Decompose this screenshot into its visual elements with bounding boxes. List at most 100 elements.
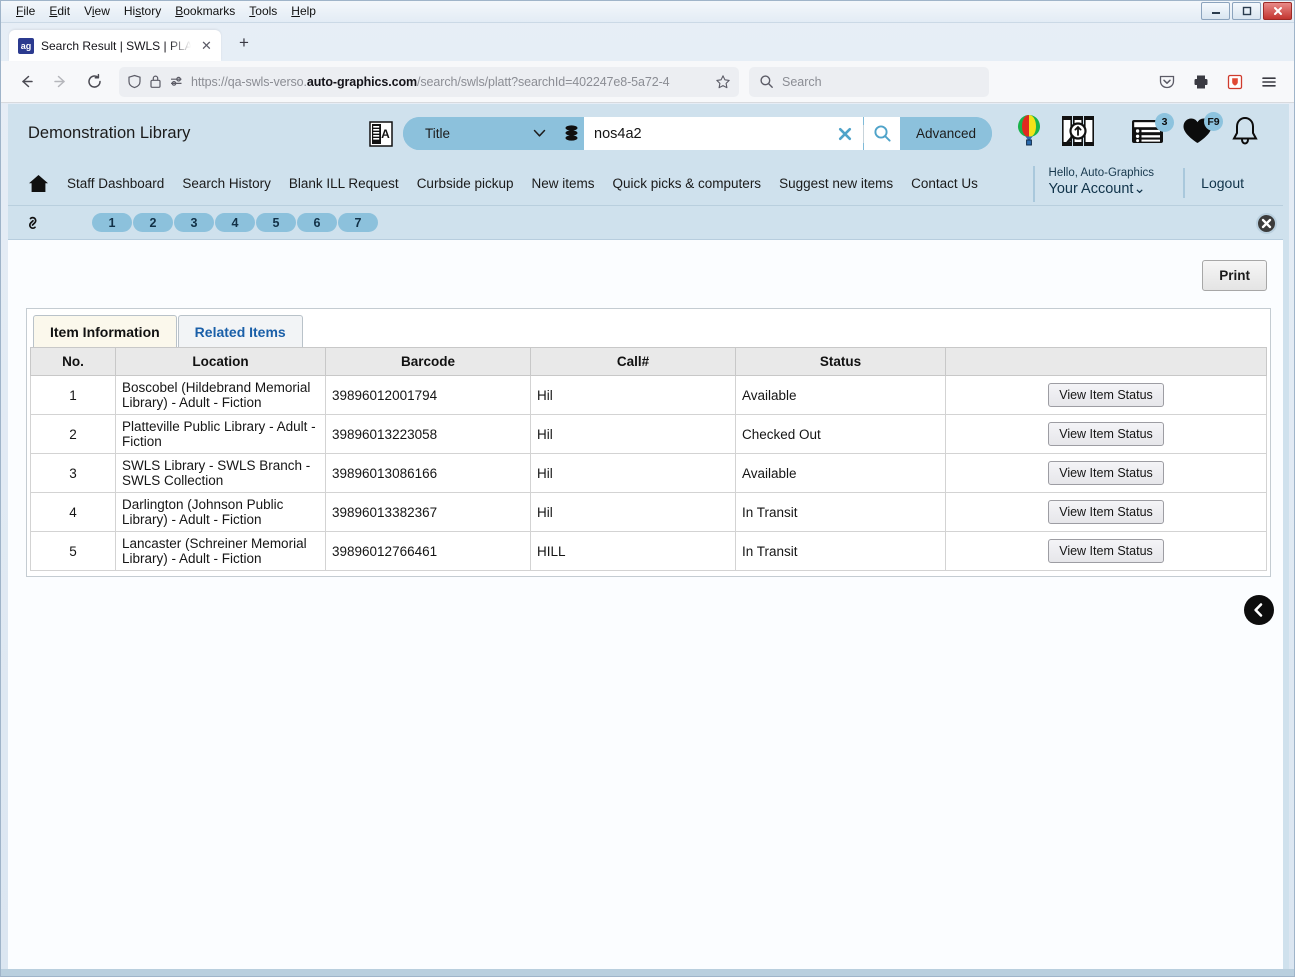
print-icon[interactable] bbox=[1186, 67, 1216, 97]
forward-button[interactable] bbox=[45, 67, 75, 97]
page-button-3[interactable]: 3 bbox=[174, 213, 214, 232]
maximize-button[interactable] bbox=[1232, 2, 1261, 20]
submit-search-icon[interactable] bbox=[864, 117, 900, 150]
logout-link[interactable]: Logout bbox=[1201, 175, 1244, 191]
tab-related-items[interactable]: Related Items bbox=[177, 315, 303, 347]
browser-tab[interactable]: ag Search Result | SWLS | PLATT | A ✕ bbox=[9, 30, 221, 61]
bookmark-star-icon[interactable] bbox=[715, 74, 731, 90]
view-item-status-button[interactable]: View Item Status bbox=[1048, 422, 1164, 446]
cell-no: 2 bbox=[30, 414, 116, 454]
tab-close-icon[interactable]: ✕ bbox=[198, 37, 215, 54]
view-item-status-button[interactable]: View Item Status bbox=[1048, 500, 1164, 524]
nav-link-staff-dashboard[interactable]: Staff Dashboard bbox=[67, 176, 164, 191]
extension-icon[interactable] bbox=[1220, 67, 1250, 97]
shield-icon[interactable] bbox=[127, 74, 142, 89]
menu-tools[interactable]: Tools bbox=[242, 2, 284, 21]
nav-link-suggest-new-items[interactable]: Suggest new items bbox=[779, 176, 893, 191]
print-button[interactable]: Print bbox=[1202, 260, 1267, 291]
shelf-search-icon[interactable] bbox=[1061, 115, 1095, 147]
reload-button[interactable] bbox=[79, 67, 109, 97]
content-area: Print Item Information Related Items No.… bbox=[8, 240, 1289, 971]
close-button[interactable] bbox=[1263, 2, 1292, 20]
database-icon[interactable] bbox=[558, 117, 584, 150]
page-button-2[interactable]: 2 bbox=[133, 213, 173, 232]
pocket-icon[interactable] bbox=[1152, 67, 1182, 97]
menu-view[interactable]: View bbox=[77, 2, 117, 21]
nav-link-curbside-pickup[interactable]: Curbside pickup bbox=[417, 176, 514, 191]
table-row: 1 Boscobel (Hildebrand Memorial Library)… bbox=[30, 375, 1267, 415]
cell-action: View Item Status bbox=[945, 414, 1267, 454]
page-button-6[interactable]: 6 bbox=[297, 213, 337, 232]
cell-barcode: 39896013223058 bbox=[325, 414, 531, 454]
new-tab-button[interactable]: + bbox=[233, 32, 255, 54]
back-button[interactable] bbox=[11, 67, 41, 97]
favorites-heart-icon[interactable]: F9 bbox=[1182, 112, 1223, 145]
logout-block: Logout bbox=[1183, 168, 1244, 198]
svg-text:A: A bbox=[381, 127, 390, 141]
page-button-1[interactable]: 1 bbox=[92, 213, 132, 232]
nav-link-new-items[interactable]: New items bbox=[532, 176, 595, 191]
permalink-icon[interactable] bbox=[22, 214, 44, 232]
search-query-input[interactable]: nos4a2 bbox=[584, 117, 827, 150]
menu-help[interactable]: Help bbox=[284, 2, 323, 21]
account-greeting: Hello, Auto-Graphics bbox=[1048, 167, 1154, 179]
page-buttons: 1 2 3 4 5 6 7 bbox=[92, 213, 378, 232]
my-lists-icon[interactable]: 3 bbox=[1131, 112, 1174, 145]
account-name[interactable]: Your Account⌄ bbox=[1049, 180, 1154, 199]
table-row: 2 Platteville Public Library - Adult - F… bbox=[30, 414, 1267, 454]
table-row: 5 Lancaster (Schreiner Memorial Library)… bbox=[30, 531, 1267, 571]
cell-location: SWLS Library - SWLS Branch - SWLS Collec… bbox=[115, 453, 326, 493]
search-icon bbox=[759, 74, 774, 89]
nav-link-contact-us[interactable]: Contact Us bbox=[911, 176, 978, 191]
nav-link-quick-picks[interactable]: Quick picks & computers bbox=[613, 176, 762, 191]
nav-link-blank-ill-request[interactable]: Blank ILL Request bbox=[289, 176, 399, 191]
cell-no: 3 bbox=[30, 453, 116, 493]
page-button-5[interactable]: 5 bbox=[256, 213, 296, 232]
back-chevron-icon[interactable] bbox=[1244, 595, 1274, 625]
cell-status: Available bbox=[735, 453, 946, 493]
balloon-icon[interactable] bbox=[1015, 114, 1043, 148]
menu-edit[interactable]: Edit bbox=[42, 2, 77, 21]
browser-search-bar[interactable]: Search bbox=[749, 66, 989, 97]
menu-bookmarks[interactable]: Bookmarks bbox=[168, 2, 242, 21]
view-item-status-button[interactable]: View Item Status bbox=[1048, 539, 1164, 563]
clear-search-icon[interactable] bbox=[827, 117, 863, 150]
item-panel: Item Information Related Items No. Locat… bbox=[26, 308, 1271, 577]
table-row: 3 SWLS Library - SWLS Branch - SWLS Coll… bbox=[30, 453, 1267, 493]
tab-strip: ag Search Result | SWLS | PLATT | A ✕ + bbox=[1, 23, 1294, 61]
cell-call: Hil bbox=[530, 375, 736, 415]
view-item-status-button[interactable]: View Item Status bbox=[1048, 383, 1164, 407]
advanced-search-button[interactable]: Advanced bbox=[900, 117, 993, 150]
nav-link-search-history[interactable]: Search History bbox=[182, 176, 271, 191]
home-icon[interactable] bbox=[28, 174, 49, 193]
items-table-wrapper: No. Location Barcode Call# Status 1 Bosc… bbox=[27, 347, 1270, 576]
lock-icon[interactable] bbox=[149, 74, 162, 89]
cell-status: Available bbox=[735, 375, 946, 415]
items-table-head: No. Location Barcode Call# Status bbox=[30, 347, 1267, 376]
view-item-status-button[interactable]: View Item Status bbox=[1048, 461, 1164, 485]
cell-barcode: 39896012001794 bbox=[325, 375, 531, 415]
col-location: Location bbox=[115, 347, 326, 376]
menu-file[interactable]: FFileile bbox=[9, 2, 42, 21]
notifications-bell-icon[interactable] bbox=[1231, 116, 1259, 147]
tab-item-information[interactable]: Item Information bbox=[33, 315, 177, 347]
url-bar[interactable]: https://qa-swls-verso.auto-graphics.com/… bbox=[119, 66, 739, 97]
menu-history[interactable]: History bbox=[117, 2, 168, 21]
page-button-7[interactable]: 7 bbox=[338, 213, 378, 232]
app-menu-icon[interactable] bbox=[1254, 67, 1284, 97]
search-scope-select[interactable]: Title bbox=[403, 117, 558, 150]
translate-icon[interactable]: A bbox=[368, 120, 393, 147]
close-record-icon[interactable] bbox=[1256, 213, 1277, 234]
cell-status: Checked Out bbox=[735, 414, 946, 454]
cell-barcode: 39896013382367 bbox=[325, 492, 531, 532]
app-nav: Staff Dashboard Search History Blank ILL… bbox=[8, 162, 1289, 206]
url-text[interactable]: https://qa-swls-verso.auto-graphics.com/… bbox=[191, 75, 708, 89]
page-button-4[interactable]: 4 bbox=[215, 213, 255, 232]
account-menu[interactable]: Hello, Auto-Graphics Your Account⌄ bbox=[1032, 166, 1154, 202]
minimize-button[interactable] bbox=[1201, 2, 1230, 20]
permissions-icon[interactable] bbox=[169, 74, 184, 89]
app-header: Demonstration Library A Title nos4a2 Adv… bbox=[8, 104, 1289, 162]
cell-location: Platteville Public Library - Adult - Fic… bbox=[115, 414, 326, 454]
items-table: No. Location Barcode Call# Status 1 Bosc… bbox=[30, 347, 1267, 571]
cell-no: 1 bbox=[30, 375, 116, 415]
